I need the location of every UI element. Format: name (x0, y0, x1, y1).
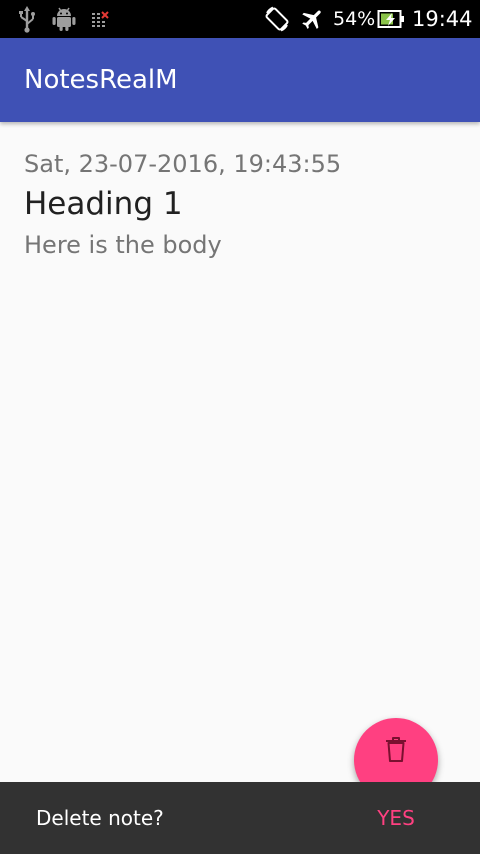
status-bar: 54% 19:44 (0, 0, 480, 38)
snackbar-message: Delete note? (36, 806, 164, 830)
trash-icon (383, 736, 409, 764)
note-date: Sat, 23-07-2016, 19:43:55 (24, 150, 342, 178)
note-heading: Heading 1 (24, 186, 183, 222)
app-bar: NotesRealM (0, 38, 480, 122)
app-title: NotesRealM (24, 65, 178, 95)
note-list-item[interactable]: Sat, 23-07-2016, 19:43:55 Heading 1 Here… (0, 140, 480, 270)
status-clock: 19:44 (412, 7, 473, 31)
usb-icon (14, 0, 40, 38)
screen-rotation-icon (262, 0, 292, 38)
android-icon (48, 0, 80, 38)
note-body: Here is the body (24, 231, 222, 259)
snackbar-yes-button[interactable]: YES (360, 782, 432, 854)
battery-charging-icon (376, 0, 406, 38)
notes-list: Sat, 23-07-2016, 19:43:55 Heading 1 Here… (0, 122, 480, 782)
snackbar: Delete note? YES (0, 782, 480, 854)
airplane-mode-icon (298, 0, 328, 38)
battery-percent: 54% (333, 8, 376, 30)
sim-card-icon (88, 0, 112, 38)
